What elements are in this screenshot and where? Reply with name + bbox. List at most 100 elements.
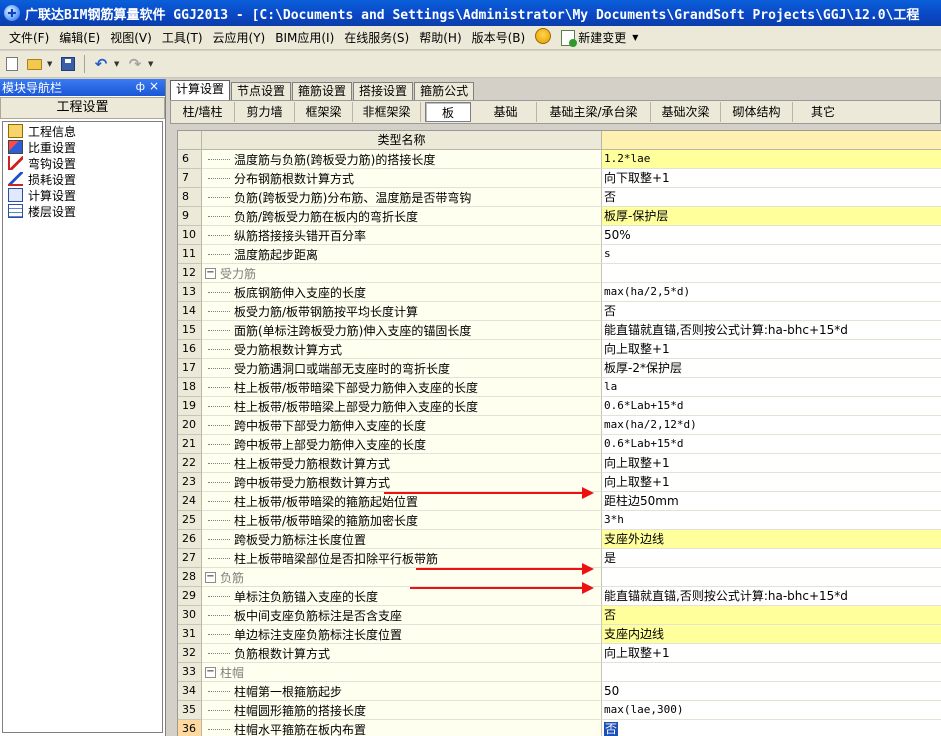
value-cell[interactable]: 否 (602, 720, 941, 736)
table-row[interactable]: 31 单边标注支座负筋标注长度位置 支座内边线 (178, 625, 941, 644)
table-row[interactable]: 18 柱上板带/板带暗梁下部受力筋伸入支座的长度 la (178, 378, 941, 397)
value-cell[interactable] (602, 568, 941, 587)
value-cell[interactable]: max(ha/2,12*d) (602, 416, 941, 435)
table-row[interactable]: 23 跨中板带受力筋根数计算方式 向上取整+1 (178, 473, 941, 492)
value-cell[interactable]: 否 (602, 606, 941, 625)
new-file-button[interactable] (3, 55, 21, 73)
table-row[interactable]: 35 柱帽圆形箍筋的搭接长度 max(lae,300) (178, 701, 941, 720)
save-button[interactable] (59, 55, 77, 73)
subtab-masonry[interactable]: 砌体结构 (721, 102, 793, 122)
table-row[interactable]: 34 柱帽第一根箍筋起步 50 (178, 682, 941, 701)
value-cell[interactable]: 0.6*Lab+15*d (602, 435, 941, 454)
table-row[interactable]: 9 负筋/跨板受力筋在板内的弯折长度 板厚-保护层 (178, 207, 941, 226)
table-row[interactable]: 14 板受力筋/板带钢筋按平均长度计算 否 (178, 302, 941, 321)
tab-lap-settings[interactable]: 搭接设置 (353, 82, 414, 101)
menu-help[interactable]: 帮助(H) (414, 28, 466, 48)
table-row[interactable]: 27 柱上板带暗梁部位是否扣除平行板带筋 是 (178, 549, 941, 568)
menu-edit[interactable]: 编辑(E) (54, 28, 105, 48)
value-cell[interactable]: max(lae,300) (602, 701, 941, 720)
table-row[interactable]: 24 柱上板带/板带暗梁的箍筋起始位置 距柱边50mm (178, 492, 941, 511)
menu-view[interactable]: 视图(V) (105, 28, 157, 48)
value-cell[interactable]: 50% (602, 226, 941, 245)
nav-item-floor-settings[interactable]: 楼层设置 (3, 203, 162, 219)
menu-online-service[interactable]: 在线服务(S) (339, 28, 414, 48)
value-cell[interactable] (602, 663, 941, 682)
value-cell[interactable]: 否 (602, 188, 941, 207)
subtab-nonframe-beam[interactable]: 非框架梁 (353, 102, 421, 122)
table-row[interactable]: 32 负筋根数计算方式 向上取整+1 (178, 644, 941, 663)
open-file-button[interactable] (25, 55, 43, 73)
value-cell[interactable]: max(ha/2,5*d) (602, 283, 941, 302)
undo-dropdown-icon[interactable]: ▼ (114, 60, 122, 68)
value-cell[interactable]: 向上取整+1 (602, 340, 941, 359)
value-cell[interactable]: 能直锚就直锚,否则按公式计算:ha-bhc+15*d (602, 587, 941, 606)
tab-node-settings[interactable]: 节点设置 (231, 82, 292, 101)
value-cell[interactable]: 1.2*lae (602, 150, 941, 169)
value-cell[interactable]: 能直锚就直锚,否则按公式计算:ha-bhc+15*d (602, 321, 941, 340)
subtab-foundation-main-beam[interactable]: 基础主梁/承台梁 (537, 102, 651, 122)
table-row[interactable]: 7 分布钢筋根数计算方式 向下取整+1 (178, 169, 941, 188)
subtab-shear-wall[interactable]: 剪力墙 (235, 102, 295, 122)
group-row[interactable]: 12− 受力筋 (178, 264, 941, 283)
tab-stirrup-settings[interactable]: 箍筋设置 (292, 82, 353, 101)
value-cell[interactable]: la (602, 378, 941, 397)
value-cell[interactable]: 50 (602, 682, 941, 701)
table-row[interactable]: 16 受力筋根数计算方式 向上取整+1 (178, 340, 941, 359)
group-row[interactable]: 28− 负筋 (178, 568, 941, 587)
value-cell[interactable]: 向上取整+1 (602, 473, 941, 492)
value-cell[interactable]: 板厚-2*保护层 (602, 359, 941, 378)
subtab-foundation-secondary-beam[interactable]: 基础次梁 (651, 102, 721, 122)
nav-item-loss-settings[interactable]: 损耗设置 (3, 171, 162, 187)
subtab-other[interactable]: 其它 (793, 102, 853, 122)
value-cell[interactable]: 否 (602, 302, 941, 321)
table-row[interactable]: 21 跨中板带上部受力筋伸入支座的长度 0.6*Lab+15*d (178, 435, 941, 454)
new-change-button[interactable]: 新建变更 ▼ (556, 28, 643, 48)
nav-item-hook-settings[interactable]: 弯钩设置 (3, 155, 162, 171)
tab-calc-settings[interactable]: 计算设置 (170, 80, 231, 101)
table-row[interactable]: 19 柱上板带/板带暗梁上部受力筋伸入支座的长度 0.6*Lab+15*d (178, 397, 941, 416)
value-cell[interactable]: 3*h (602, 511, 941, 530)
value-cell[interactable]: 向下取整+1 (602, 169, 941, 188)
table-row[interactable]: 15 面筋(单标注跨板受力筋)伸入支座的锚固长度 能直锚就直锚,否则按公式计算:ha… (178, 321, 941, 340)
value-cell[interactable]: 0.6*Lab+15*d (602, 397, 941, 416)
subtab-slab[interactable]: 板 (425, 102, 471, 122)
table-row[interactable]: 13 板底钢筋伸入支座的长度 max(ha/2,5*d) (178, 283, 941, 302)
redo-dropdown-icon[interactable]: ▼ (148, 60, 156, 68)
nav-item-project-info[interactable]: 工程信息 (3, 123, 162, 139)
subtab-column[interactable]: 柱/墙柱 (171, 102, 235, 122)
tab-stirrup-formula[interactable]: 箍筋公式 (414, 82, 475, 101)
table-row[interactable]: 25 柱上板带/板带暗梁的箍筋加密长度 3*h (178, 511, 941, 530)
value-cell[interactable]: 板厚-保护层 (602, 207, 941, 226)
smiley-button[interactable] (530, 27, 556, 48)
table-row[interactable]: 36 柱帽水平箍筋在板内布置 否 (178, 720, 941, 736)
table-row[interactable]: 8 负筋(跨板受力筋)分布筋、温度筋是否带弯钩 否 (178, 188, 941, 207)
collapse-icon[interactable]: − (205, 666, 216, 678)
collapse-icon[interactable]: − (205, 571, 216, 583)
close-icon[interactable]: × (149, 79, 159, 93)
menu-version[interactable]: 版本号(B) (467, 28, 531, 48)
value-cell[interactable]: 支座内边线 (602, 625, 941, 644)
table-row[interactable]: 26 跨板受力筋标注长度位置 支座外边线 (178, 530, 941, 549)
nav-item-calc-settings[interactable]: 计算设置 (3, 187, 162, 203)
value-cell[interactable]: s (602, 245, 941, 264)
menu-file[interactable]: 文件(F) (4, 28, 54, 48)
menu-cloud[interactable]: 云应用(Y) (208, 28, 271, 48)
table-row[interactable]: 29 单标注负筋锚入支座的长度 能直锚就直锚,否则按公式计算:ha-bhc+15*d (178, 587, 941, 606)
redo-button[interactable]: ↷ (126, 55, 144, 73)
subtab-foundation[interactable]: 基础 (475, 102, 537, 122)
menu-tools[interactable]: 工具(T) (157, 28, 208, 48)
open-dropdown-icon[interactable]: ▼ (47, 60, 55, 68)
table-row[interactable]: 20 跨中板带下部受力筋伸入支座的长度 max(ha/2,12*d) (178, 416, 941, 435)
value-cell[interactable] (602, 264, 941, 283)
menu-bim[interactable]: BIM应用(I) (270, 28, 339, 48)
value-cell[interactable]: 是 (602, 549, 941, 568)
table-row[interactable]: 6 温度筋与负筋(跨板受力筋)的搭接长度 1.2*lae (178, 150, 941, 169)
value-cell[interactable]: 向上取整+1 (602, 454, 941, 473)
subtab-frame-beam[interactable]: 框架梁 (295, 102, 353, 122)
section-project-settings[interactable]: 工程设置 (0, 97, 165, 119)
pin-icon[interactable]: ф (136, 80, 145, 93)
group-row[interactable]: 33− 柱帽 (178, 663, 941, 682)
value-cell[interactable]: 向上取整+1 (602, 644, 941, 663)
value-cell[interactable]: 距柱边50mm (602, 492, 941, 511)
table-row[interactable]: 10 纵筋搭接接头错开百分率 50% (178, 226, 941, 245)
